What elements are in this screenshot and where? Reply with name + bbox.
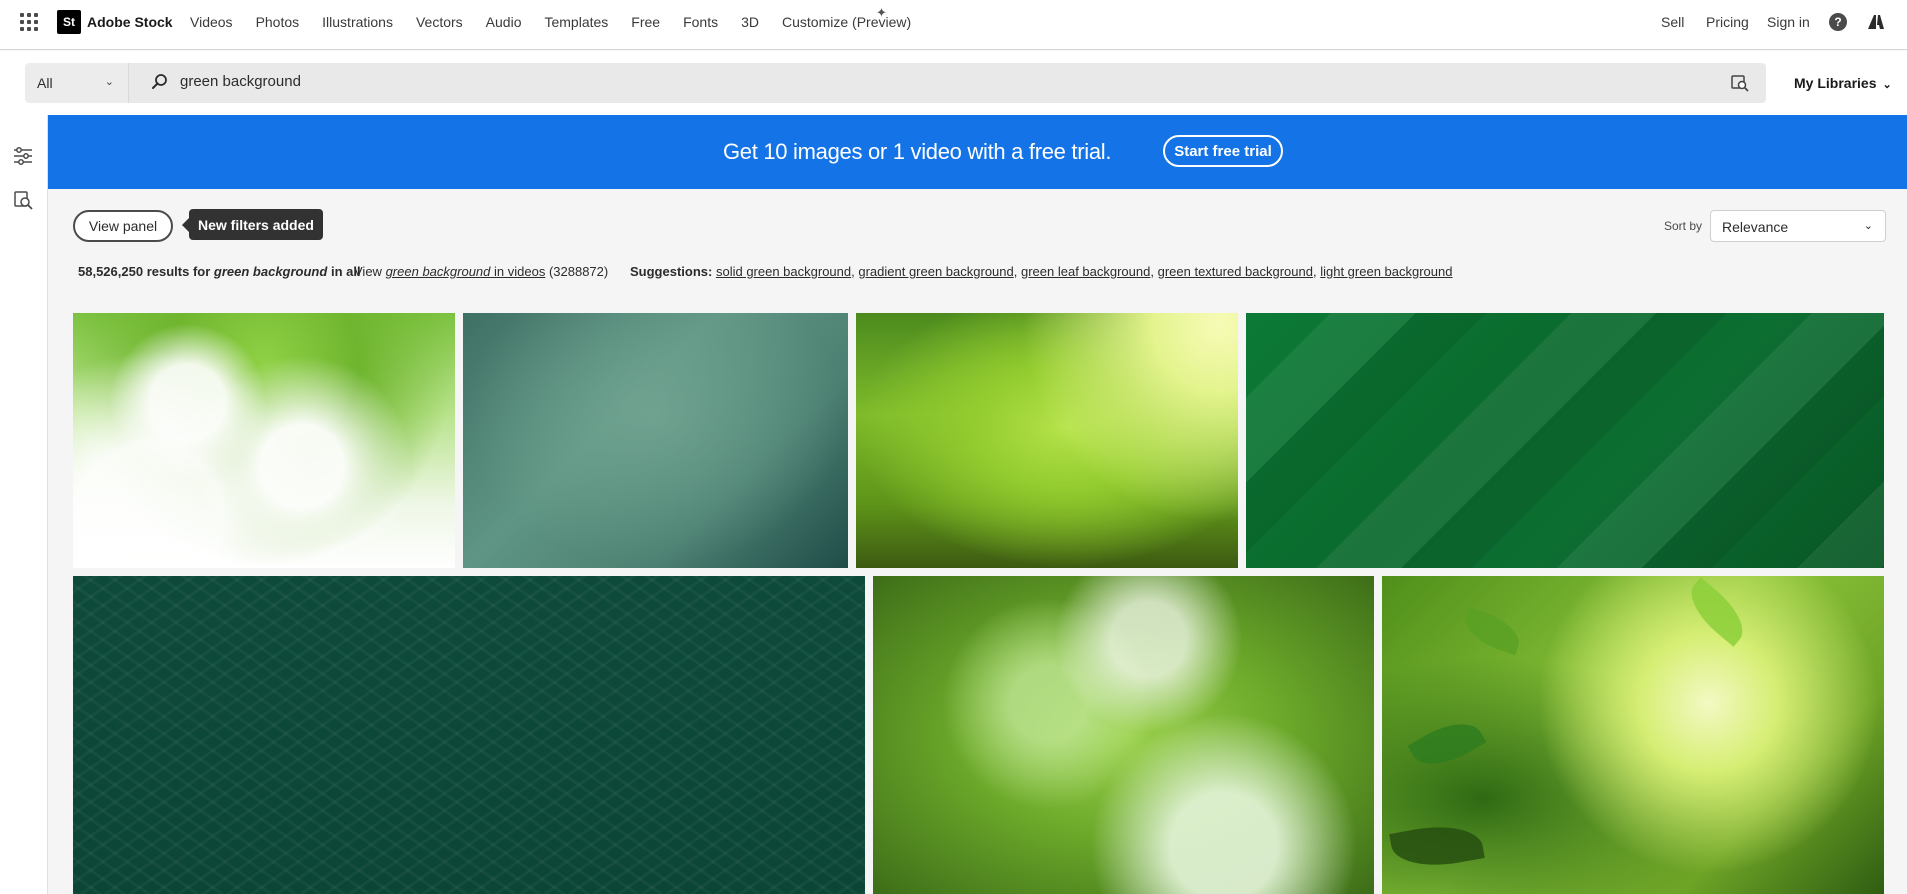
search-icon: [152, 74, 167, 89]
visual-search-icon[interactable]: [1730, 73, 1750, 93]
leaf-shape: [1407, 710, 1487, 778]
result-image-gradient-lime[interactable]: [856, 313, 1238, 568]
results-query: green background: [213, 264, 328, 279]
view-in-videos-link[interactable]: green background in videos: [386, 264, 546, 279]
top-navigation: St Adobe Stock Videos Photos Illustratio…: [0, 0, 1907, 50]
my-libraries-button[interactable]: My Libraries ⌄: [1794, 75, 1892, 91]
suggestion-link[interactable]: gradient green background: [858, 264, 1013, 279]
nav-links: Videos Photos Illustrations Vectors Audi…: [190, 14, 934, 30]
result-image-bokeh-green[interactable]: [873, 576, 1374, 894]
asset-type-value: All: [37, 75, 53, 91]
video-count: (3288872): [548, 264, 609, 279]
free-trial-banner: Get 10 images or 1 video with a free tri…: [48, 115, 1907, 189]
video-query: green background: [385, 264, 491, 279]
pricing-link[interactable]: Pricing: [1706, 14, 1749, 30]
nav-link-customize[interactable]: Customize (Preview): [782, 14, 911, 30]
suggestion-link[interactable]: green textured background: [1158, 264, 1313, 279]
suggestion-link[interactable]: light green background: [1320, 264, 1452, 279]
sort-by-label: Sort by: [1664, 219, 1703, 233]
left-rail: [0, 115, 48, 894]
search-input[interactable]: green background: [129, 63, 1766, 103]
nav-link-free[interactable]: Free: [631, 14, 660, 30]
suggestions-label: Suggestions:: [630, 264, 713, 279]
promo-text: Get 10 images or 1 video with a free tri…: [723, 139, 1112, 164]
leaf-shape: [1458, 606, 1526, 656]
leaf-shape: [1679, 577, 1755, 647]
result-image-bokeh-light[interactable]: [73, 313, 455, 568]
result-image-leaf-pattern[interactable]: [73, 576, 865, 894]
nav-link-photos[interactable]: Photos: [256, 14, 300, 30]
chevron-down-icon: ⌄: [1863, 220, 1873, 232]
filter-sliders-icon[interactable]: [12, 145, 34, 167]
sell-link[interactable]: Sell: [1661, 14, 1684, 30]
results-number: 58,526,250: [78, 264, 144, 279]
sort-value: Relevance: [1722, 219, 1789, 235]
adobe-stock-logo[interactable]: St: [57, 10, 81, 34]
suggestion-link[interactable]: green leaf background: [1021, 264, 1150, 279]
video-suffix: in videos: [494, 264, 546, 279]
view-panel-button[interactable]: View panel: [73, 210, 173, 242]
brand-name[interactable]: Adobe Stock: [87, 14, 173, 30]
results-for-text: results for: [146, 264, 211, 279]
search-query-text[interactable]: green background: [180, 73, 301, 90]
nav-link-vectors[interactable]: Vectors: [416, 14, 463, 30]
view-prefix: View: [354, 264, 382, 279]
chevron-down-icon: ⌄: [104, 76, 114, 88]
asset-type-select[interactable]: All ⌄: [25, 63, 129, 103]
nav-link-templates[interactable]: Templates: [544, 14, 608, 30]
help-icon[interactable]: ?: [1829, 13, 1847, 31]
sign-in-link[interactable]: Sign in: [1767, 14, 1810, 30]
nav-link-fonts[interactable]: Fonts: [683, 14, 718, 30]
search-row: All ⌄ green background My Libraries ⌄: [0, 51, 1907, 115]
my-libraries-label: My Libraries: [1794, 75, 1877, 91]
find-similar-icon[interactable]: [12, 189, 34, 211]
apps-grid-icon[interactable]: [20, 13, 38, 31]
new-filters-tooltip: New filters added: [182, 209, 323, 240]
suggestions: Suggestions: solid green background, gra…: [630, 264, 1453, 279]
nav-link-illustrations[interactable]: Illustrations: [322, 14, 393, 30]
suggestion-link[interactable]: solid green background: [716, 264, 851, 279]
sort-by-select[interactable]: Relevance ⌄: [1710, 210, 1886, 242]
results-count: 58,526,250 results for green background …: [78, 264, 361, 279]
result-image-leaves-sunlight[interactable]: [1382, 576, 1884, 894]
result-image-diagonal-stripes[interactable]: [1246, 313, 1884, 568]
nav-link-videos[interactable]: Videos: [190, 14, 233, 30]
adobe-logo-icon[interactable]: [1867, 13, 1885, 31]
nav-link-3d[interactable]: 3D: [741, 14, 759, 30]
sparkle-icon: ✦: [876, 5, 887, 20]
nav-link-audio[interactable]: Audio: [486, 14, 522, 30]
chevron-down-icon: ⌄: [1882, 79, 1892, 91]
view-in-videos: View green background in videos (3288872…: [354, 264, 608, 279]
leaf-shape: [1389, 818, 1485, 874]
result-image-textured-teal[interactable]: [463, 313, 848, 568]
start-free-trial-button[interactable]: Start free trial: [1163, 135, 1283, 167]
